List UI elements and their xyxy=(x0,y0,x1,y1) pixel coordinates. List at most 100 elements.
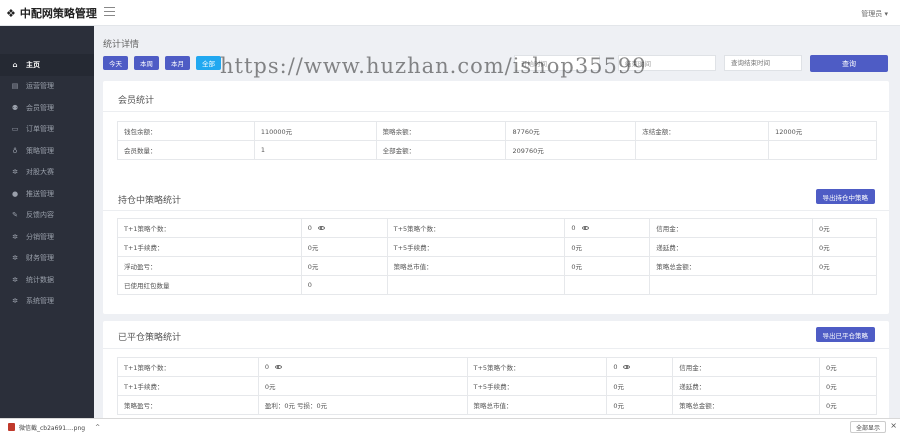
stat-value: 0元 xyxy=(606,376,674,396)
stat-value: 0元 xyxy=(564,256,651,276)
gear-icon: ✲ xyxy=(12,275,18,284)
member-stats-title: 会员统计 xyxy=(118,96,155,106)
holding-stats-title: 持仓中策略统计 xyxy=(118,196,182,206)
stat-value: 0元 xyxy=(300,256,388,276)
stat-label: 已使用红包数量 xyxy=(117,275,302,295)
divider xyxy=(103,348,889,349)
show-all-button[interactable]: 全部显示 xyxy=(849,421,886,433)
closed-stats-title: 已平仓策略统计 xyxy=(118,333,182,343)
filter-all-button[interactable]: 全部 xyxy=(196,56,221,70)
sidebar-item-label: 主页 xyxy=(26,60,40,69)
stat-value: 0元 xyxy=(819,376,877,396)
bulb-icon: ♁ xyxy=(12,146,18,155)
stat-label: 信用金： xyxy=(672,357,821,377)
filter-today-button[interactable]: 今天 xyxy=(103,56,128,70)
admin-dropdown[interactable]: 管理员 ▾ xyxy=(861,9,888,19)
table-row: 钱包余额： 110000元 策略余额： 87760元 冻结金额： 12000元 xyxy=(117,121,877,141)
member-stats-card: 会员统计 钱包余额： 110000元 策略余额： 87760元 冻结金额： 12000元会… xyxy=(103,81,889,188)
sidebar-item-11[interactable]: ✲ 系统管理 xyxy=(0,291,94,313)
sidebar-item-8[interactable]: ✲ 分销管理 xyxy=(0,226,94,248)
eye-icon[interactable] xyxy=(317,226,325,230)
query-end-time-input[interactable] xyxy=(724,55,802,71)
sidebar-item-label: 对股大赛 xyxy=(26,168,54,177)
stat-label: T+1手续费： xyxy=(117,376,259,396)
export-closed-button[interactable]: 导出已平仓策略 xyxy=(815,327,875,342)
order-icon: ▭ xyxy=(11,125,19,134)
eye-icon[interactable] xyxy=(274,365,282,369)
dashboard-icon: ▤ xyxy=(11,82,19,91)
stat-value: 0元 xyxy=(257,376,468,396)
stat-label: 递延费： xyxy=(649,237,814,257)
chevron-up-icon[interactable]: ^ xyxy=(95,424,100,431)
sidebar-item-6[interactable]: ● 推送管理 xyxy=(0,183,94,205)
filter-month-button[interactable]: 本月 xyxy=(165,56,190,70)
sidebar-item-label: 运营管理 xyxy=(26,82,54,91)
edit-icon: ✎ xyxy=(12,211,18,220)
query-button[interactable]: 查询 xyxy=(810,55,888,72)
eye-icon[interactable] xyxy=(581,226,589,230)
stat-value: 0元 xyxy=(812,256,877,276)
users-icon: ⚉ xyxy=(11,103,19,112)
hamburger-menu-icon[interactable] xyxy=(104,7,115,16)
stat-label: T+1策略个数： xyxy=(117,357,259,377)
stat-value: 盈利：0元 亏损：0元 xyxy=(257,395,468,415)
stat-value: 87760元 xyxy=(505,121,637,141)
stat-value: 209760元 xyxy=(505,140,637,160)
sidebar-item-4[interactable]: ♁ 策略管理 xyxy=(0,140,94,162)
table-row: 已使用红包数量 0 xyxy=(117,275,877,295)
sidebar-item-0[interactable]: ⌂ 主页 xyxy=(0,54,94,76)
stat-label: 策略总市值： xyxy=(386,256,566,276)
stat-label: T+5手续费： xyxy=(466,376,608,396)
end-time-input[interactable] xyxy=(618,55,716,71)
stat-label: 策略余额： xyxy=(375,121,507,141)
stat-label: 会员数量： xyxy=(117,140,255,160)
stat-value: 12000元 xyxy=(768,121,877,141)
download-filename: 微信截_cb2a691....png xyxy=(19,424,86,432)
sidebar-item-label: 推送管理 xyxy=(26,189,54,198)
sidebar-item-3[interactable]: ▭ 订单管理 xyxy=(0,119,94,141)
app-logo[interactable]: ❖ 中配网策略管理 xyxy=(6,5,97,21)
sidebar-item-2[interactable]: ⚉ 会员管理 xyxy=(0,97,94,119)
sidebar-item-10[interactable]: ✲ 统计数据 xyxy=(0,269,94,291)
close-icon[interactable]: × xyxy=(890,421,897,430)
app-title: 中配网策略管理 xyxy=(19,7,97,20)
holding-stats-card: 持仓中策略统计 导出持仓中策略 T+1策略个数： 0 T+5策略个数： 0 信用金： 0元… xyxy=(103,180,889,314)
stat-value: 110000元 xyxy=(253,121,377,141)
stat-label: T+5策略个数： xyxy=(466,357,608,377)
stat-value: 0元 xyxy=(564,237,651,257)
sidebar-item-label: 策略管理 xyxy=(26,146,54,155)
stat-value: 0元 xyxy=(812,237,877,257)
table-row: T+1策略个数： 0 T+5策略个数： 0 信用金： 0元 xyxy=(117,218,877,238)
stat-label: 信用金： xyxy=(649,218,814,238)
stat-value: 0 xyxy=(606,357,674,377)
download-item[interactable]: 微信截_cb2a691....png xyxy=(8,423,85,432)
stat-value: 0 xyxy=(300,275,388,295)
table-row: T+1策略个数： 0 T+5策略个数： 0 信用金： 0元 xyxy=(117,357,877,377)
start-time-input[interactable] xyxy=(514,55,600,71)
sidebar-item-7[interactable]: ✎ 反馈内容 xyxy=(0,205,94,227)
sidebar-item-1[interactable]: ▤ 运营管理 xyxy=(0,76,94,98)
stat-label xyxy=(386,275,566,295)
image-file-icon xyxy=(8,423,15,431)
sidebar-item-label: 反馈内容 xyxy=(26,211,54,220)
sidebar-item-9[interactable]: ✲ 财务管理 xyxy=(0,248,94,270)
stat-label: 策略总金额： xyxy=(672,395,821,415)
sidebar-item-label: 系统管理 xyxy=(26,297,54,306)
closed-stats-card: 已平仓策略统计 导出已平仓策略 T+1策略个数： 0 T+5策略个数： 0 信用金： 0元… xyxy=(103,321,889,418)
stat-value: 0元 xyxy=(300,237,388,257)
sidebar-item-label: 统计数据 xyxy=(26,275,54,284)
table-row: 策略盈亏： 盈利：0元 亏损：0元 策略总市值： 0元 策略总金额： 0元 xyxy=(117,395,877,415)
stat-label: 全部金额： xyxy=(375,140,507,160)
stat-value: 0元 xyxy=(819,395,877,415)
eye-icon[interactable] xyxy=(623,365,631,369)
stat-label: T+5策略个数： xyxy=(386,218,566,238)
table-row: T+1手续费： 0元 T+5手续费： 0元 递延费： 0元 xyxy=(117,376,877,396)
export-holding-button[interactable]: 导出持仓中策略 xyxy=(815,189,875,204)
stat-label: T+1手续费： xyxy=(117,237,302,257)
filter-week-button[interactable]: 本周 xyxy=(134,56,159,70)
stat-value xyxy=(768,140,877,160)
download-bar: 微信截_cb2a691....png ^ 全部显示 × xyxy=(0,418,900,435)
date-filter-group: 今天 本周 本月 全部 xyxy=(103,56,221,70)
diamond-icon: ❖ xyxy=(6,6,16,20)
sidebar-item-5[interactable]: ✲ 对股大赛 xyxy=(0,162,94,184)
